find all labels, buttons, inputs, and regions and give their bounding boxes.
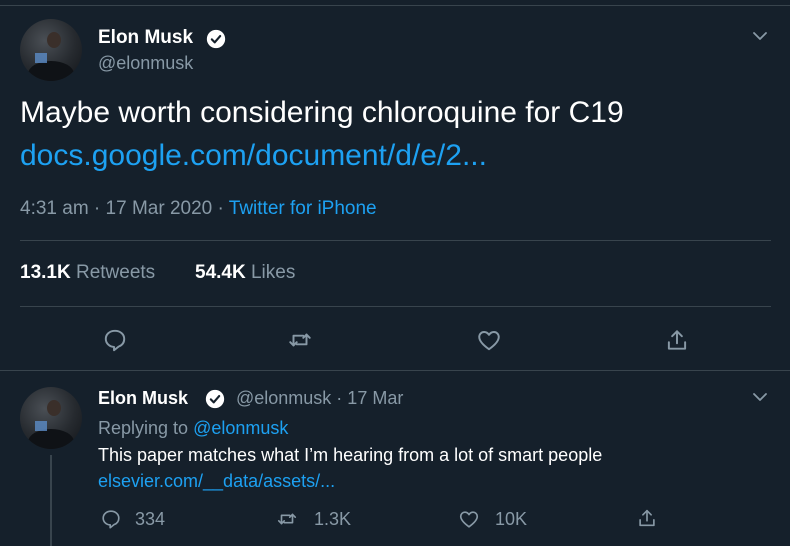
chevron-down-icon[interactable] (752, 28, 768, 44)
author-handle[interactable]: @elonmusk (98, 53, 193, 74)
avatar-body (28, 429, 74, 449)
author-name[interactable]: Elon Musk (98, 27, 193, 49)
replying-to: Replying to @elonmusk (98, 418, 288, 439)
tweet-time[interactable]: 4:31 am · 17 Mar 2020 · (20, 198, 229, 219)
likes-count: 54.4K (195, 262, 246, 283)
reply-link[interactable]: elsevier.com/__data/assets/... (98, 471, 335, 492)
top-divider (0, 5, 790, 6)
reply-avatar[interactable] (20, 387, 82, 449)
thread-line (50, 455, 52, 546)
likes-stat[interactable]: 54.4K Likes (195, 262, 295, 284)
retweets-label: Retweets (75, 262, 156, 283)
reply-author-name[interactable]: Elon Musk (98, 388, 188, 409)
like-heart-icon[interactable] (458, 508, 480, 530)
verified-badge-icon (206, 29, 226, 49)
divider (20, 240, 771, 241)
reply-icon[interactable] (100, 508, 122, 530)
verified-badge-icon (205, 389, 225, 409)
reply-icon[interactable] (102, 327, 128, 353)
divider (20, 306, 771, 307)
avatar-head (47, 400, 61, 416)
tweet-text: Maybe worth considering chloroquine for … (20, 96, 624, 129)
retweets-stat[interactable]: 13.1K Retweets (20, 262, 155, 284)
reply-handle-date[interactable]: @elonmusk · 17 Mar (236, 388, 403, 409)
avatar[interactable] (20, 19, 82, 81)
avatar-screen (35, 53, 47, 63)
retweet-icon[interactable] (287, 327, 313, 353)
tweet-separator (0, 370, 790, 371)
retweets-count: 13.1K (20, 262, 71, 283)
like-heart-icon[interactable] (476, 327, 502, 353)
replying-prefix: Replying to (98, 418, 194, 438)
reply-count: 334 (135, 509, 166, 529)
tweet-timestamp: 4:31 am · 17 Mar 2020 · Twitter for iPho… (20, 198, 377, 220)
avatar-body (28, 61, 74, 81)
replying-handle[interactable]: @elonmusk (193, 418, 288, 438)
avatar-screen (35, 421, 47, 431)
like-count: 10K (495, 509, 528, 529)
reply-text: This paper matches what I’m hearing from… (98, 445, 603, 465)
retweet-icon[interactable] (276, 508, 298, 530)
avatar-head (47, 32, 61, 48)
chevron-down-icon[interactable] (752, 389, 768, 405)
likes-label: Likes (250, 262, 296, 283)
tweet-source[interactable]: Twitter for iPhone (229, 198, 377, 219)
share-icon[interactable] (664, 327, 690, 353)
share-icon[interactable] (636, 507, 658, 529)
tweet-link[interactable]: docs.google.com/document/d/e/2... (20, 139, 487, 173)
retweet-count: 1.3K (314, 509, 352, 529)
